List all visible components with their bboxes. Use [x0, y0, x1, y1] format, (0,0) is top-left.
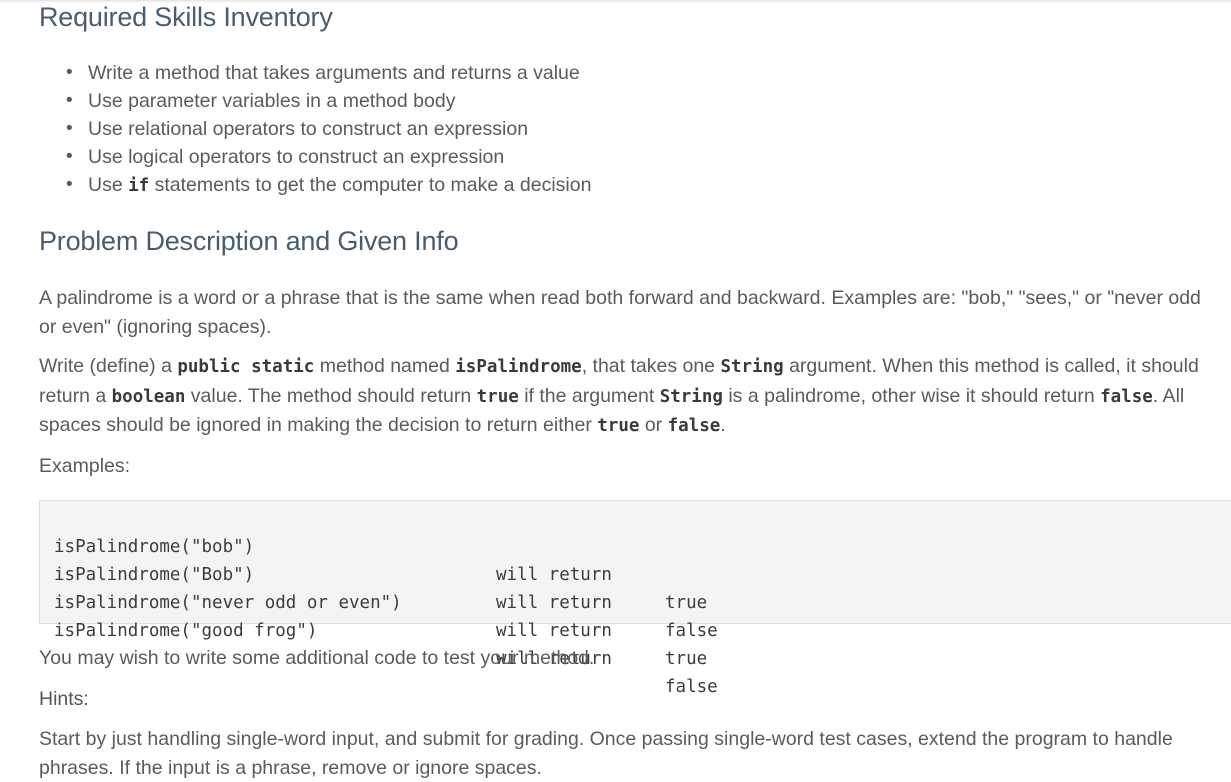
test-note: You may wish to write some additional co…	[39, 647, 595, 669]
example-result: false	[665, 621, 718, 641]
skill-item: • Write a method that takes arguments and…	[66, 59, 591, 87]
example-will-return: will return	[496, 565, 612, 585]
skills-list: • Write a method that takes arguments and…	[39, 59, 591, 200]
example-row: isPalindrome("good frog") will return fa…	[54, 589, 718, 697]
skill-item: • Use logical operators to construct an e…	[66, 143, 591, 171]
example-result: true	[665, 593, 708, 613]
examples-label: Examples:	[39, 455, 131, 477]
skill-item: • Use relational operators to construct a…	[66, 115, 591, 143]
examples-code-block: isPalindrome("bob") will return true isP…	[39, 500, 1231, 697]
hint-text: Start by just handling single-word input…	[39, 728, 1173, 779]
palindrome-definition: A palindrome is a word or a phrase that …	[39, 287, 1201, 338]
inline-code: true	[476, 386, 519, 407]
example-row: isPalindrome("bob") will return true	[54, 505, 707, 613]
example-row: isPalindrome("never odd or even") will r…	[54, 561, 707, 669]
skill-item: • Use if statements to get the computer t…	[66, 171, 591, 200]
skill-item: • Use parameter variables in a method bod…	[66, 87, 591, 115]
inline-code: boolean	[111, 386, 186, 407]
inline-code: String	[720, 357, 784, 377]
bullet-icon: •	[66, 146, 73, 167]
inline-code: isPalindrome	[455, 357, 582, 377]
bullet-icon: •	[66, 118, 73, 139]
bullet-icon: •	[66, 174, 73, 195]
skills-heading: Required Skills Inventory	[39, 2, 333, 32]
inline-code: String	[659, 386, 723, 407]
example-call: isPalindrome("good frog")	[54, 621, 318, 641]
inline-code: if	[128, 176, 150, 196]
inline-code: true	[597, 416, 640, 436]
example-row: isPalindrome("Bob") will return false	[54, 533, 718, 641]
inline-code: public static	[177, 357, 315, 377]
bullet-icon: •	[66, 90, 73, 111]
example-will-return: will return	[496, 593, 612, 613]
example-will-return: will return	[496, 621, 612, 641]
hints-label: Hints:	[39, 688, 89, 710]
inline-code: false	[1100, 386, 1153, 407]
method-spec: Write (define) a public static method na…	[39, 355, 1199, 436]
problem-heading: Problem Description and Given Info	[39, 226, 459, 256]
inline-code: false	[667, 416, 721, 436]
bullet-icon: •	[66, 62, 73, 83]
